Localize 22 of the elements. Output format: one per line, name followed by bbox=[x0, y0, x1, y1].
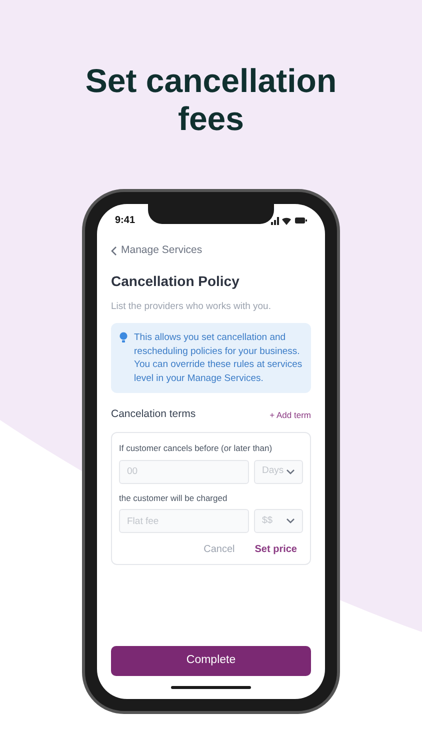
complete-button[interactable]: Complete bbox=[111, 646, 311, 676]
page-title: Cancellation Policy bbox=[111, 272, 240, 291]
field-label: the customer will be charged bbox=[119, 492, 228, 504]
input-field[interactable]: 00 bbox=[119, 460, 249, 484]
status-time: 9:41 bbox=[115, 214, 136, 228]
back-link[interactable]: Manage Services bbox=[111, 243, 202, 259]
select-value: Days bbox=[262, 464, 284, 478]
add-term-link[interactable]: + Add term bbox=[270, 408, 311, 422]
headline: Set cancellation fees bbox=[84, 62, 338, 138]
set-price-button[interactable]: Set price bbox=[254, 542, 297, 558]
status-icons bbox=[271, 216, 307, 224]
back-icon bbox=[111, 246, 117, 256]
chevron-down-icon bbox=[286, 468, 295, 474]
cancel-button[interactable]: Cancel bbox=[204, 542, 235, 558]
info-text: This allows you set cancellation and rescheduling policies for your business. You can override these rules at services level in your Manage Services. bbox=[134, 331, 303, 385]
field-label: If customer cancels before (or later than) bbox=[119, 442, 274, 454]
chevron-down-icon bbox=[286, 518, 295, 524]
terms-label: Cancelation terms bbox=[111, 407, 196, 422]
input-field[interactable]: Flat fee bbox=[119, 509, 249, 534]
select-value: $$ bbox=[262, 514, 273, 528]
page-subtitle: List the providers who works with you. bbox=[111, 300, 272, 314]
lightbulb-icon bbox=[119, 332, 128, 343]
